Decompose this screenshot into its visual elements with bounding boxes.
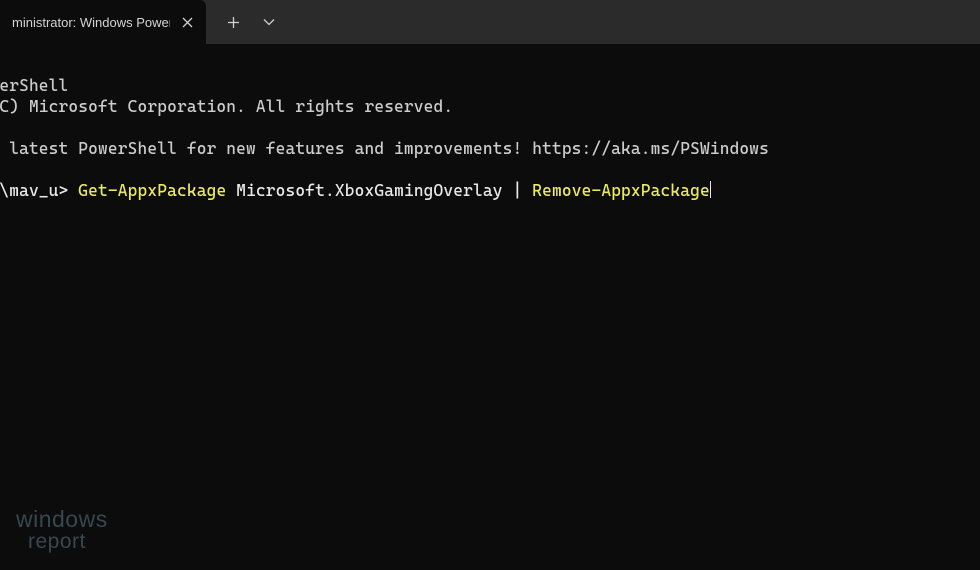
watermark: windows report: [16, 508, 108, 552]
prompt-line: Users\mav_u> Get-AppxPackage Microsoft.X…: [0, 180, 980, 201]
plus-icon: [227, 16, 240, 29]
tab-powershell[interactable]: ministrator: Windows PowerS: [0, 0, 206, 44]
chevron-down-icon: [263, 18, 275, 26]
pipe: |: [513, 181, 533, 200]
tab-actions: [206, 0, 286, 44]
watermark-line2: report: [28, 531, 108, 552]
output-line: [0, 159, 980, 180]
prompt-text: Users\mav_u>: [0, 181, 78, 200]
close-icon[interactable]: [178, 13, 196, 31]
output-line: ght (C) Microsoft Corporation. All right…: [0, 96, 980, 117]
titlebar: ministrator: Windows PowerS: [0, 0, 980, 44]
tab-dropdown-button[interactable]: [252, 5, 286, 39]
tab-title: ministrator: Windows PowerS: [12, 15, 170, 30]
output-line: l the latest PowerShell for new features…: [0, 138, 980, 159]
output-line: [0, 117, 980, 138]
watermark-line1: windows: [16, 508, 108, 531]
new-tab-button[interactable]: [216, 5, 250, 39]
output-line: s PowerShell: [0, 75, 980, 96]
argument: Microsoft.XboxGamingOverlay: [226, 181, 512, 200]
terminal-output[interactable]: s PowerShellght (C) Microsoft Corporatio…: [0, 44, 980, 222]
cmdlet: Get-AppxPackage: [78, 181, 226, 200]
cmdlet: Remove-AppxPackage: [532, 181, 710, 200]
text-cursor: [710, 181, 711, 198]
